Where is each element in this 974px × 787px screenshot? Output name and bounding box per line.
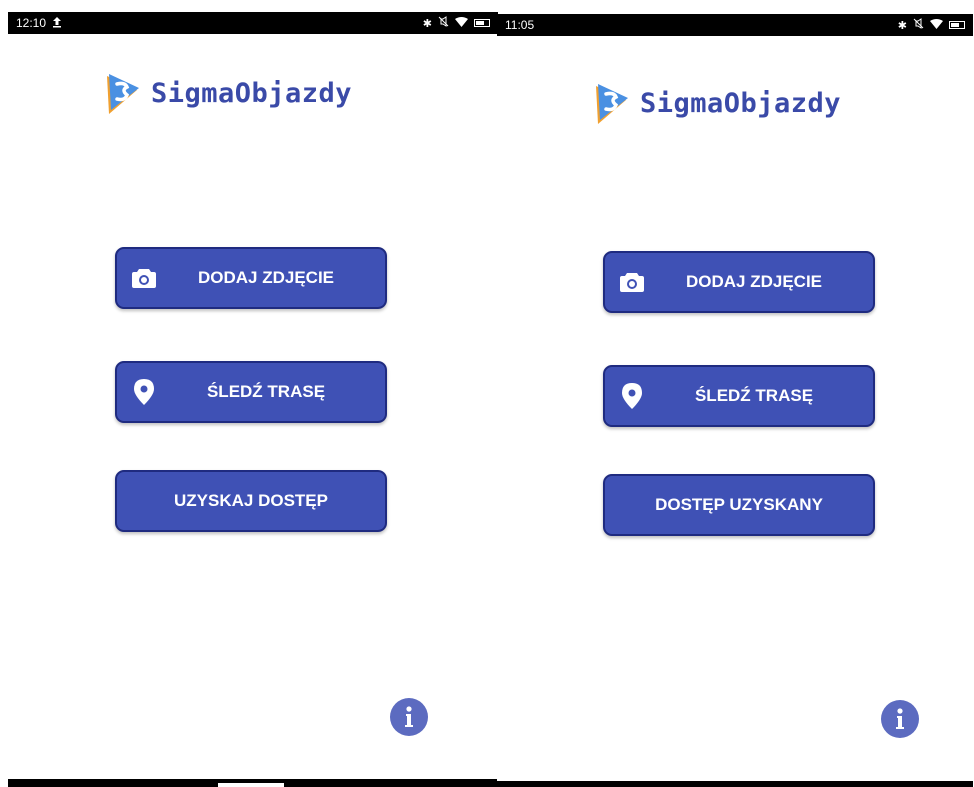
add-photo-button[interactable]: DODAJ ZDJĘCIE (603, 251, 875, 313)
location-pin-icon (619, 383, 645, 409)
bluetooth-icon: ✱ (897, 19, 907, 32)
track-route-label: ŚLEDŹ TRASĘ (206, 382, 326, 401)
info-icon (896, 708, 904, 729)
track-route-button[interactable]: ŚLEDŹ TRASĘ (603, 365, 875, 427)
wifi-icon (930, 18, 943, 32)
battery-icon (474, 19, 490, 27)
info-button[interactable] (881, 700, 919, 738)
add-photo-label: DODAJ ZDJĘCIE (685, 272, 823, 291)
phone-screen-before: 12:10 ✱ SigmaObjazdy DODAJ ZDJĘCIE ŚLEDŹ… (8, 12, 498, 787)
status-time: 11:05 (505, 18, 535, 32)
logo-mark-icon (596, 84, 628, 124)
bluetooth-icon: ✱ (422, 17, 432, 30)
upload-icon (52, 16, 62, 31)
status-time: 12:10 (16, 16, 47, 30)
navigation-bar (497, 781, 973, 787)
battery-icon (949, 21, 965, 29)
logo-mark-icon (107, 74, 139, 114)
wifi-icon (455, 16, 468, 30)
comparison-canvas: 12:10 ✱ SigmaObjazdy DODAJ ZDJĘCIE ŚLEDŹ… (0, 0, 974, 787)
app-logo: SigmaObjazdy (592, 80, 841, 126)
logo-text: SigmaObjazdy (640, 87, 842, 119)
track-route-button[interactable]: ŚLEDŹ TRASĘ (115, 361, 387, 423)
home-handle[interactable] (218, 783, 284, 787)
get-access-label: UZYSKAJ DOSTĘP (174, 491, 328, 510)
phone-screen-after: 11:05 ✱ SigmaObjazdy DODAJ ZDJĘCIE ŚLEDŹ… (497, 14, 973, 787)
add-photo-label: DODAJ ZDJĘCIE (197, 268, 335, 287)
access-granted-label: DOSTĘP UZYSKANY (655, 495, 823, 514)
location-pin-icon (131, 379, 157, 405)
navigation-bar (8, 779, 498, 787)
status-bar: 12:10 ✱ (8, 12, 498, 34)
mute-icon (438, 16, 449, 30)
info-icon (405, 706, 413, 727)
logo-text: SigmaObjazdy (151, 77, 353, 109)
get-access-button[interactable]: UZYSKAJ DOSTĘP (115, 470, 387, 532)
camera-icon (131, 265, 157, 291)
app-logo: SigmaObjazdy (103, 70, 352, 116)
access-granted-button[interactable]: DOSTĘP UZYSKANY (603, 474, 875, 536)
status-bar: 11:05 ✱ (497, 14, 973, 36)
info-button[interactable] (390, 698, 428, 736)
camera-icon (619, 269, 645, 295)
mute-icon (913, 18, 924, 32)
track-route-label: ŚLEDŹ TRASĘ (694, 386, 814, 405)
add-photo-button[interactable]: DODAJ ZDJĘCIE (115, 247, 387, 309)
